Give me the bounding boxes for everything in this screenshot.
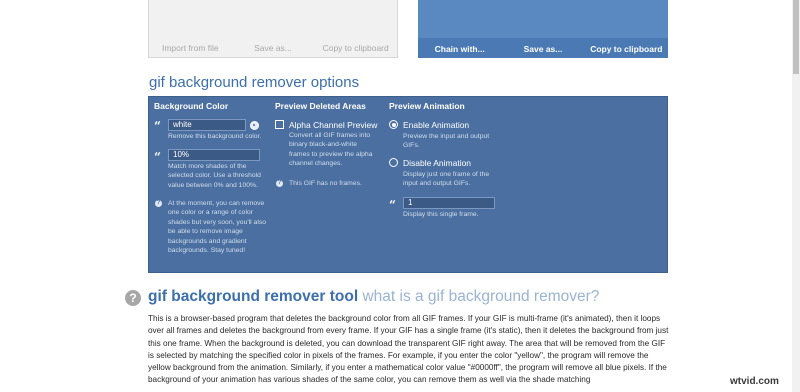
help-icon: ? (276, 180, 283, 187)
output-gif-panel: Chain with... Save as... Copy to clipboa… (418, 0, 668, 58)
tool-description: This is a browser-based program that del… (148, 314, 669, 385)
quote-icon: “ (389, 198, 396, 212)
output-preview-area (418, 0, 668, 38)
chain-with-button[interactable]: Chain with... (418, 44, 501, 54)
background-color-heading: Background Color (154, 101, 229, 111)
threshold-input[interactable]: 10% (168, 149, 260, 161)
help-circle-icon: ? (125, 290, 141, 306)
options-title: gif background remover options (149, 74, 360, 91)
enable-animation-hint: Preview the input and output GIFs. (403, 133, 490, 150)
enable-animation-label[interactable]: Enable Animation (403, 120, 469, 130)
alpha-channel-hint: Convert all GIF frames into binary black… (289, 132, 373, 168)
enable-animation-radio[interactable] (389, 120, 398, 129)
disable-animation-label[interactable]: Disable Animation (403, 158, 471, 168)
tool-subtitle: what is a gif background remover? (362, 288, 600, 305)
watermark: wtvid.com (730, 376, 779, 387)
output-save-as-button[interactable]: Save as... (501, 44, 584, 54)
import-from-file-button[interactable]: Import from file (149, 43, 232, 53)
input-actions: Import from file Save as... Copy to clip… (149, 43, 397, 53)
frames-note: This GIF has no frames. (289, 180, 362, 187)
disable-animation-hint: Display just one frame of the input and … (403, 171, 490, 188)
scrollbar-thumb[interactable] (793, 0, 799, 74)
background-note: At the moment, you can remove one color … (168, 200, 267, 255)
threshold-hint: Match more shades of the selected color.… (168, 163, 261, 189)
frame-number-input[interactable]: 1 (403, 197, 495, 209)
help-icon: ? (155, 200, 162, 207)
tool-name: gif background remover tool (148, 288, 359, 305)
tool-title: gif background remover tool what is a gi… (148, 288, 599, 306)
input-gif-panel: Import from file Save as... Copy to clip… (148, 0, 398, 58)
output-actions: Chain with... Save as... Copy to clipboa… (418, 44, 668, 54)
alpha-channel-checkbox[interactable] (275, 120, 284, 129)
input-save-as-button[interactable]: Save as... (232, 43, 315, 53)
color-input[interactable]: white (168, 119, 246, 131)
quote-icon: “ (154, 150, 161, 164)
palette-icon[interactable] (250, 121, 259, 130)
disable-animation-radio[interactable] (389, 158, 398, 167)
preview-animation-heading: Preview Animation (389, 101, 465, 111)
color-hint: Remove this background color. (168, 133, 262, 140)
input-copy-to-clipboard-button[interactable]: Copy to clipboard (314, 43, 397, 53)
alpha-channel-label[interactable]: Alpha Channel Preview (289, 120, 377, 130)
quote-icon: “ (154, 119, 161, 133)
frame-number-hint: Display this single frame. (403, 211, 479, 218)
page-scrollbar[interactable] (792, 0, 800, 392)
preview-deleted-heading: Preview Deleted Areas (275, 101, 366, 111)
output-copy-to-clipboard-button[interactable]: Copy to clipboard (585, 44, 668, 54)
